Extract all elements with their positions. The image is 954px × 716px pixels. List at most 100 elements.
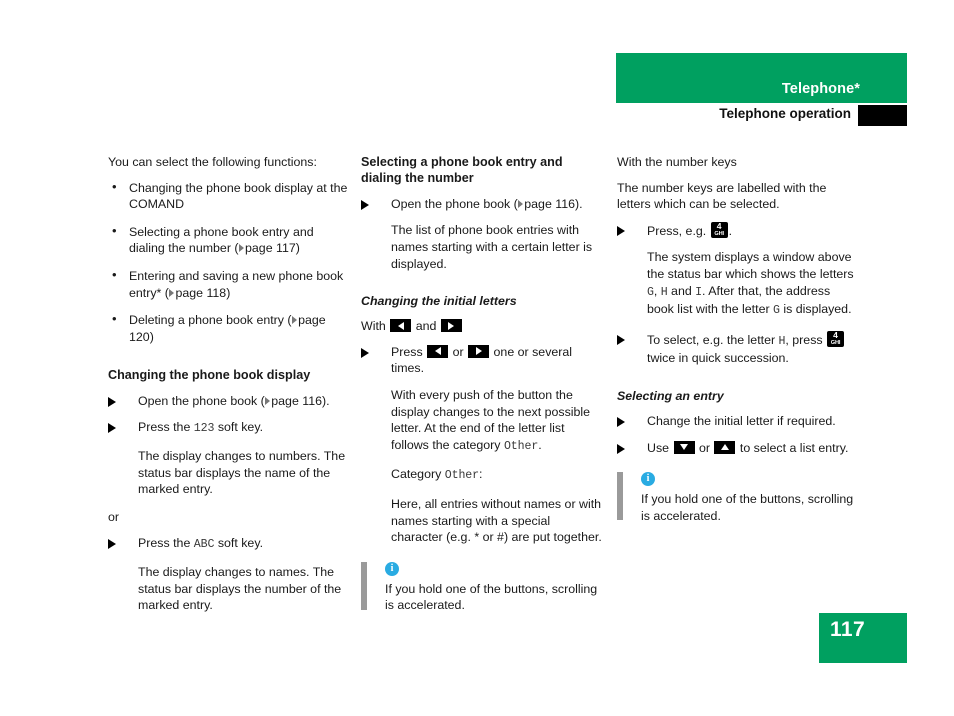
page-ref-triangle-icon xyxy=(264,396,270,405)
note-text: If you hold one of the buttons, scrollin… xyxy=(385,581,598,613)
arrow-right-key-icon xyxy=(440,319,462,333)
page-ref: page 116 xyxy=(524,196,576,211)
step-triangle-icon xyxy=(617,416,625,427)
step-text-tail: soft key. xyxy=(214,536,264,551)
and-label: and xyxy=(415,319,437,334)
number-key-4-ghi-icon: 4 GHI xyxy=(710,221,728,238)
step-text: Open the phone book ( xyxy=(138,393,265,408)
step-text-tail: ). xyxy=(322,393,330,408)
subsection-changing-initial-letters: Changing the initial letters xyxy=(361,294,517,309)
letter-g-label: G xyxy=(647,285,654,299)
step-triangle-icon xyxy=(361,199,369,210)
step-text-tail: . xyxy=(728,223,733,238)
section-heading-selecting-entry: Selecting a phone book entry and dialing… xyxy=(361,155,563,186)
step-triangle-icon xyxy=(108,423,116,434)
step-text: Press the xyxy=(138,536,194,551)
step-press-number-key: Press, e.g. 4 GHI. xyxy=(617,221,860,240)
page-header-banner: Telephone* xyxy=(616,53,907,103)
page-ref-triangle-icon xyxy=(168,288,174,297)
category-label: Category xyxy=(391,467,445,482)
category-other-line: Category Other: xyxy=(361,466,604,485)
column-middle: Selecting a phone book entry and dialing… xyxy=(361,154,604,614)
result-numbers-display: The display changes to numbers. The stat… xyxy=(138,448,346,497)
or-separator: or xyxy=(108,509,120,524)
result-text-end: is displayed. xyxy=(779,302,852,317)
note-box-scrolling: i If you hold one of the buttons, scroll… xyxy=(617,472,860,524)
page-ref-triangle-icon xyxy=(517,199,523,208)
list-item: Changing the phone book display at the C… xyxy=(108,179,351,213)
number-key-4-ghi-icon: 4 GHI xyxy=(827,330,845,347)
intro-number-keys: The number keys are labelled with the le… xyxy=(617,180,827,212)
list-item: Selecting a phone book entry and dialing… xyxy=(108,223,351,257)
header-black-marker xyxy=(858,105,907,126)
category-other-label: Other xyxy=(444,469,480,483)
use-label: Use xyxy=(647,440,670,455)
arrow-down-key-icon xyxy=(673,440,695,454)
letter-i-label: I xyxy=(695,285,703,299)
page-number-banner: 117 xyxy=(819,613,907,663)
bullet-text-tail: ) xyxy=(226,285,231,300)
step-triangle-icon xyxy=(617,334,625,345)
step-text: Press the xyxy=(138,420,194,435)
step-triangle-icon xyxy=(108,396,116,407)
softkey-123-label: 123 xyxy=(193,422,215,436)
step-select-letter-h: To select, e.g. the letter H, press 4 GHI… xyxy=(617,330,860,367)
page-ref: page 118 xyxy=(175,285,227,300)
sep: and xyxy=(667,283,696,298)
bullet-text: Entering and saving a new phone book ent… xyxy=(129,268,344,300)
step-press-abc-softkey: Press the ABC soft key. xyxy=(108,535,351,554)
number-key-digit: 4 xyxy=(833,330,838,340)
step-press-arrow-keys: Press or one or several times. xyxy=(361,344,604,377)
letter-g-label: G xyxy=(773,304,780,318)
step-triangle-icon xyxy=(617,443,625,454)
step-use-updown-keys: Use or to select a list entry. xyxy=(617,440,860,457)
list-item: Deleting a phone book entry (page 120) xyxy=(108,311,351,345)
softkey-abc-label: ABC xyxy=(193,538,215,552)
or-label: or xyxy=(698,440,710,455)
intro-text: You can select the following functions: xyxy=(108,155,317,169)
step-open-phone-book: Open the phone book ( page 116). xyxy=(108,393,351,410)
step-text: Change the initial letter if required. xyxy=(647,413,836,428)
step-text-tail: twice in quick succession. xyxy=(647,351,789,366)
result-text: With every push of the button the displa… xyxy=(391,387,591,452)
info-icon: i xyxy=(385,561,399,576)
number-key-digit: 4 xyxy=(716,221,722,231)
or-label: or xyxy=(452,344,464,359)
with-label: With xyxy=(361,319,386,334)
bullet-text-tail: ) xyxy=(149,329,154,344)
subsection-selecting-an-entry: Selecting an entry xyxy=(617,388,724,403)
step-triangle-icon xyxy=(617,225,625,236)
step-text-tail: ). xyxy=(575,196,583,211)
result-letter-cycling: With every push of the button the displa… xyxy=(361,387,604,455)
number-key-letters: GHI xyxy=(714,230,724,237)
step-text-tail: to select a list entry. xyxy=(739,440,849,455)
letter-h-label: H xyxy=(660,285,668,299)
step-triangle-icon xyxy=(108,539,116,550)
number-key-letters: GHI xyxy=(830,339,841,346)
press-label: Press xyxy=(391,344,423,359)
page-ref: page 117 xyxy=(245,241,296,256)
result-entry-list: The list of phone book entries with name… xyxy=(391,223,593,271)
column-left: You can select the following functions: … xyxy=(108,154,351,625)
note-text: If you hold one of the buttons, scrollin… xyxy=(641,492,854,523)
step-open-phone-book: Open the phone book (page 116). xyxy=(361,196,604,213)
category-other-label: Other xyxy=(503,439,539,453)
bullet-text-tail: ) xyxy=(295,241,300,256)
page-header-subtitle: Telephone operation xyxy=(719,106,851,121)
step-text-mid: , press xyxy=(785,332,827,347)
result-text-tail: . xyxy=(538,437,542,452)
page-header-subtitle-bar: Telephone operation xyxy=(616,105,907,126)
section-heading-changing-display: Changing the phone book display xyxy=(108,368,311,383)
arrow-left-key-icon xyxy=(427,344,449,358)
page-ref: page 116 xyxy=(271,393,323,408)
result-letter-window: The system displays a window above the s… xyxy=(617,249,860,319)
page-number: 117 xyxy=(830,618,866,641)
info-icon: i xyxy=(641,472,655,487)
note-box-scrolling: i If you hold one of the buttons, scroll… xyxy=(361,561,604,614)
step-text-tail: soft key. xyxy=(214,420,264,435)
functions-bullet-list: Changing the phone book display at the C… xyxy=(108,179,351,346)
sep: , xyxy=(653,283,661,298)
step-press-123-softkey: Press the 123 soft key. xyxy=(108,419,351,438)
category-colon: : xyxy=(479,467,483,482)
result-names-display: The display changes to names. The status… xyxy=(138,564,342,613)
